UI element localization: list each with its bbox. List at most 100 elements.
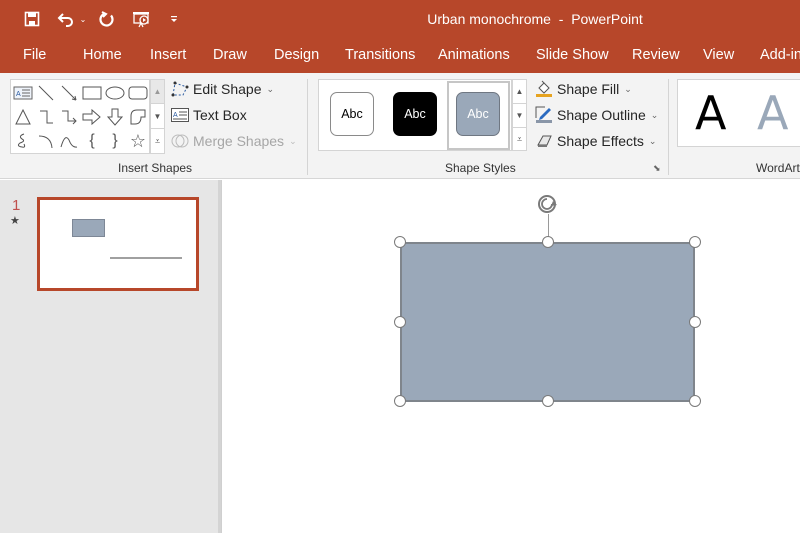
shape-fill-button[interactable]: Shape Fill ⌄ [535, 80, 632, 98]
right-arrow-icon [82, 108, 101, 126]
tab-animations[interactable]: Animations [438, 47, 510, 63]
resize-handle-bottom-left[interactable] [394, 395, 406, 407]
snip-corner-icon [130, 109, 146, 125]
shape-elbow-arrow[interactable] [58, 106, 80, 128]
styles-more-button[interactable]: ⩡ [512, 127, 527, 151]
pane-splitter[interactable] [218, 180, 222, 533]
resize-handle-top[interactable] [542, 236, 554, 248]
styles-scroll-down[interactable]: ▼ [512, 103, 527, 128]
shapes-scroll-up[interactable]: ▲ [150, 79, 165, 104]
elbow-arrow-icon [62, 110, 77, 125]
shape-rectangle[interactable] [81, 82, 103, 104]
ribbon-tabs: File Home Insert Draw Design Transitions… [0, 38, 800, 73]
shapes-scroll-down[interactable]: ▼ [150, 103, 165, 129]
dialog-launcher-icon: ⬊ [653, 163, 661, 173]
left-brace-icon: { [89, 132, 95, 149]
chevron-down-icon: ⌄ [624, 83, 632, 94]
edit-shape-button[interactable]: Edit Shape ⌄ [171, 80, 274, 98]
shape-outline-label: Shape Outline [557, 107, 646, 123]
selected-rectangle-shape[interactable] [400, 242, 695, 402]
resize-handle-bottom-right[interactable] [689, 395, 701, 407]
triangle-icon [15, 108, 31, 125]
styles-scroll-up[interactable]: ▲ [512, 79, 527, 104]
rounded-rectangle-icon [128, 86, 148, 100]
merge-shapes-button[interactable]: Merge Shapes ⌄ [171, 132, 297, 150]
shape-outline-button[interactable]: Shape Outline ⌄ [535, 106, 658, 124]
shape-scribble[interactable] [12, 130, 34, 152]
rotate-icon [538, 195, 557, 213]
pen-outline-icon [535, 106, 553, 124]
line-icon [38, 85, 54, 101]
text-box-button[interactable]: A Text Box [171, 106, 247, 124]
tab-home[interactable]: Home [83, 47, 122, 63]
style-preset-gray-blue[interactable]: Abc [456, 92, 500, 136]
tab-draw[interactable]: Draw [213, 47, 247, 63]
thumbnail-line [110, 257, 182, 259]
tab-review[interactable]: Review [632, 47, 680, 63]
tab-add-ins[interactable]: Add-ins [760, 47, 800, 63]
tab-design[interactable]: Design [274, 47, 319, 63]
paint-bucket-icon [535, 80, 553, 98]
title-bar: ⌄ Urban monochrome - PowerPoint [0, 0, 800, 38]
shape-line[interactable] [35, 82, 57, 104]
wordart-style-gray[interactable]: A [757, 86, 788, 140]
title-separator: - [550, 11, 572, 27]
shape-effects-button[interactable]: Shape Effects ⌄ [535, 132, 656, 150]
style-preset-black[interactable]: Abc [393, 92, 437, 136]
oval-icon [105, 86, 125, 100]
shape-down-arrow[interactable] [104, 106, 126, 128]
shape-styles-group-label: Shape Styles [445, 161, 516, 175]
wordart-gallery: A A [677, 79, 800, 147]
text-box-label: Text Box [193, 107, 247, 123]
resize-handle-left[interactable] [394, 316, 406, 328]
resize-handle-top-left[interactable] [394, 236, 406, 248]
gallery-expand-icon: ⩡ [516, 133, 523, 144]
resize-handle-bottom[interactable] [542, 395, 554, 407]
format-shape-dialog-launcher[interactable]: ⬊ [653, 163, 663, 173]
shape-star[interactable]: ☆ [127, 130, 149, 152]
resize-handle-right[interactable] [689, 316, 701, 328]
style-preset-white[interactable]: Abc [330, 92, 374, 136]
animation-indicator-icon: ★ [10, 215, 20, 227]
right-brace-icon: } [112, 132, 118, 149]
shape-oval[interactable] [104, 82, 126, 104]
svg-text:A: A [173, 112, 178, 119]
shape-styles-gallery: Abc Abc Abc [318, 79, 512, 151]
shape-rounded-rectangle[interactable] [127, 82, 149, 104]
rotate-handle[interactable] [535, 192, 561, 216]
tab-insert[interactable]: Insert [150, 47, 186, 63]
style-preset-text: Abc [404, 107, 426, 121]
wordart-style-black[interactable]: A [695, 86, 726, 140]
chevron-down-icon: ⌄ [650, 109, 659, 120]
shape-triangle[interactable] [12, 106, 34, 128]
document-name: Urban monochrome [427, 11, 551, 27]
chevron-up-icon: ▲ [153, 87, 162, 96]
shape-effects-icon [535, 132, 553, 150]
shape-snip-corner[interactable] [127, 106, 149, 128]
shape-curve[interactable] [58, 130, 80, 152]
resize-handle-top-right[interactable] [689, 236, 701, 248]
shape-arc[interactable] [35, 130, 57, 152]
gallery-expand-icon: ⩡ [154, 135, 161, 146]
tab-transitions[interactable]: Transitions [345, 47, 415, 63]
wordart-group-label: WordArt [756, 161, 800, 175]
text-box-icon: A [13, 86, 33, 100]
shape-right-brace[interactable]: } [104, 130, 126, 152]
down-arrow-icon [106, 108, 124, 126]
shapes-more-button[interactable]: ⩡ [150, 128, 165, 154]
rotation-connector [547, 214, 549, 238]
elbow-connector-icon [40, 110, 53, 124]
style-preset-text: Abc [341, 107, 363, 121]
shape-fill-label: Shape Fill [557, 81, 620, 97]
tab-view[interactable]: View [703, 47, 734, 63]
slide-number: 1 [12, 197, 21, 214]
shape-arrow[interactable] [58, 82, 80, 104]
shape-text-box[interactable]: A [12, 82, 34, 104]
tab-slide-show[interactable]: Slide Show [536, 47, 609, 63]
tab-file[interactable]: File [23, 47, 46, 63]
shape-left-brace[interactable]: { [81, 130, 103, 152]
shape-elbow-connector[interactable] [35, 106, 57, 128]
group-divider [307, 79, 308, 175]
slide-thumbnail-1[interactable] [37, 197, 199, 291]
shape-right-arrow[interactable] [81, 106, 103, 128]
